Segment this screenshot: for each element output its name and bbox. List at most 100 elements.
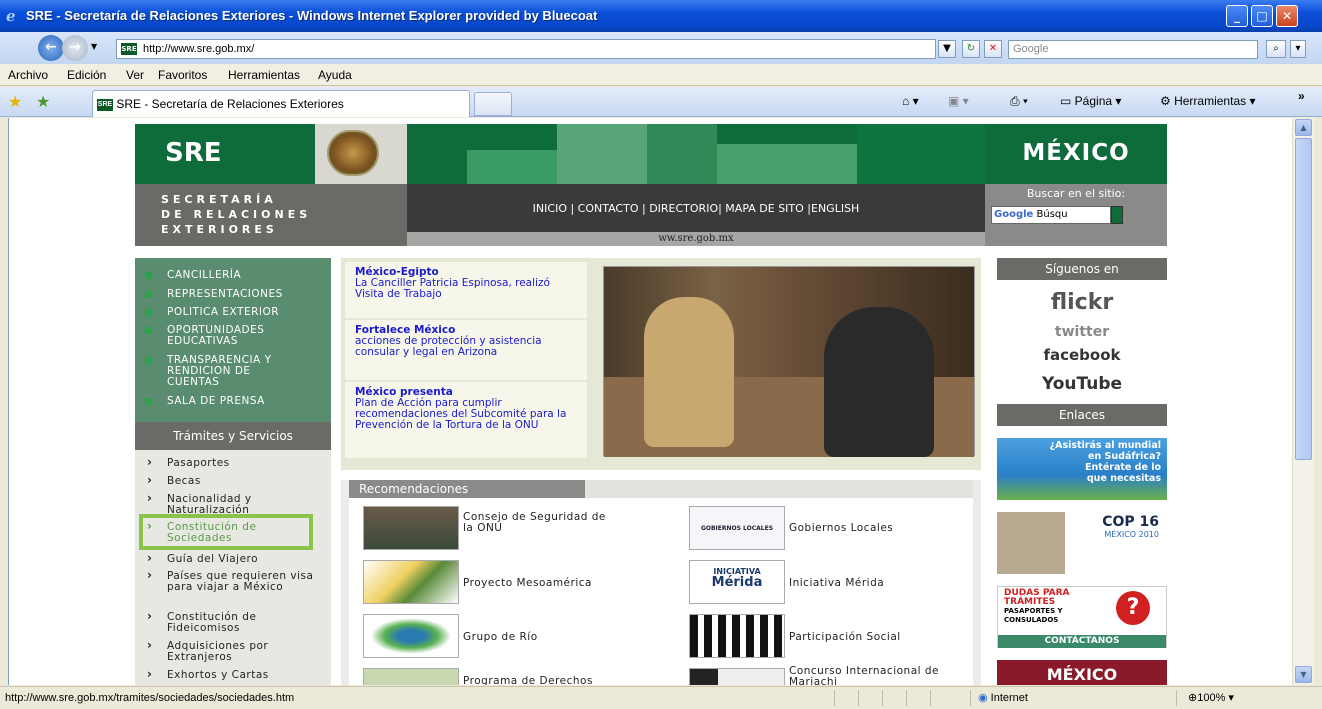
nav-representaciones[interactable]: REPRESENTACIONES bbox=[135, 289, 331, 300]
news-item[interactable]: Fortalece México acciones de protección y… bbox=[345, 320, 587, 380]
tab-row: ★ ★ SRE SRE - Secretaría de Relaciones E… bbox=[0, 87, 1322, 117]
scroll-down-icon[interactable]: ▼ bbox=[1295, 666, 1312, 683]
reco-mariachi-image[interactable] bbox=[689, 668, 785, 685]
address-row: ← → ▼ SRE http://www.sre.gob.mx/ ▼ ↻ ✕ G… bbox=[0, 32, 1322, 64]
reco-header: Recomendaciones bbox=[349, 480, 585, 498]
add-favorite-icon[interactable]: ★ bbox=[36, 92, 50, 111]
scroll-up-icon[interactable]: ▲ bbox=[1295, 119, 1312, 136]
nav-transparencia[interactable]: TRANSPARENCIA Y RENDICION DE CUENTAS bbox=[135, 355, 305, 388]
feeds-icon[interactable]: ▣ ▾ bbox=[948, 94, 969, 108]
banner-mundial[interactable]: ¿Asistirás al mundial en Sudáfrica? Enté… bbox=[997, 438, 1167, 500]
menu-herramientas[interactable]: Herramientas bbox=[228, 68, 300, 82]
scroll-thumb[interactable] bbox=[1295, 138, 1312, 460]
new-tab-button[interactable] bbox=[474, 92, 512, 116]
reco-onu-image[interactable] bbox=[363, 506, 459, 550]
site-search-value: Búsqu bbox=[1036, 209, 1068, 220]
banner-mundial-line: que necesitas bbox=[1086, 473, 1161, 484]
menu-ayuda[interactable]: Ayuda bbox=[318, 68, 352, 82]
reco-mesoamerica-image[interactable] bbox=[363, 560, 459, 604]
reco-derechos-image[interactable] bbox=[363, 668, 459, 685]
tools-menu[interactable]: ⚙ Herramientas ▾ bbox=[1160, 94, 1255, 108]
forward-button[interactable]: → bbox=[62, 35, 88, 61]
banner-cop16[interactable]: COP 16 MÉXICO 2010 bbox=[997, 512, 1167, 574]
flickr-link[interactable]: flickr bbox=[997, 290, 1167, 315]
news-photo[interactable] bbox=[603, 266, 975, 457]
search-input[interactable]: Google bbox=[1008, 40, 1258, 59]
globe-icon: ◉ bbox=[978, 692, 991, 704]
secretaria-line: SECRETARÍA bbox=[161, 193, 277, 206]
reco-mariachi-label[interactable]: Concurso Internacional de Mariachi bbox=[789, 666, 959, 686]
nav-politica-exterior[interactable]: POLITICA EXTERIOR bbox=[135, 307, 331, 318]
reco-participacion-label[interactable]: Participación Social bbox=[789, 632, 901, 643]
menu-edicion[interactable]: Edición bbox=[67, 68, 106, 82]
facebook-link[interactable]: facebook bbox=[997, 346, 1167, 364]
reco-participacion-image[interactable] bbox=[689, 614, 785, 658]
status-divider bbox=[906, 690, 907, 706]
vertical-scrollbar[interactable]: ▲ ▼ bbox=[1292, 118, 1314, 685]
nav-cancilleria[interactable]: CANCILLERÍA bbox=[135, 270, 331, 281]
tramite-guia-viajero[interactable]: Guía del Viajero bbox=[135, 553, 331, 565]
menu-favoritos[interactable]: Favoritos bbox=[158, 68, 207, 82]
nav-sala-prensa[interactable]: SALA DE PRENSA bbox=[135, 396, 331, 407]
news-item[interactable]: México presenta Plan de Acción para cumpl… bbox=[345, 382, 587, 458]
youtube-link[interactable]: YouTube bbox=[997, 374, 1167, 394]
reco-merida-label[interactable]: Iniciativa Mérida bbox=[789, 578, 884, 589]
photo-person bbox=[644, 297, 734, 447]
reco-grupo-rio-label[interactable]: Grupo de Río bbox=[463, 632, 538, 643]
menu-archivo[interactable]: Archivo bbox=[8, 68, 48, 82]
stop-button[interactable]: ✕ bbox=[984, 40, 1002, 58]
print-icon[interactable]: ⎙ ▾ bbox=[1010, 94, 1028, 109]
chevron-more-icon[interactable]: » bbox=[1298, 89, 1305, 103]
nav-oportunidades[interactable]: OPORTUNIDADES EDUCATIVAS bbox=[135, 325, 305, 347]
reco-derechos-label[interactable]: Programa de Derechos bbox=[463, 676, 663, 686]
reco-gobiernos-image[interactable]: GOBIERNOS LOCALES bbox=[689, 506, 785, 550]
tramite-nacionalidad[interactable]: Nacionalidad y Naturalización bbox=[135, 493, 325, 516]
gear-icon: ⚙ bbox=[1160, 94, 1175, 108]
sre-logo[interactable]: SRE bbox=[135, 124, 315, 184]
tab-sre[interactable]: SRE SRE - Secretaría de Relaciones Exter… bbox=[92, 90, 470, 117]
question-icon: ? bbox=[1116, 591, 1150, 625]
site-search-input[interactable]: Google Búsqu bbox=[991, 206, 1111, 224]
maximize-button[interactable]: □ bbox=[1251, 5, 1273, 27]
mexico-title: MÉXICO bbox=[985, 124, 1167, 184]
reco-gobiernos-label[interactable]: Gobiernos Locales bbox=[789, 523, 893, 534]
menu-bar: Archivo Edición Ver Favoritos Herramient… bbox=[0, 64, 1322, 86]
minimize-button[interactable]: _ bbox=[1226, 5, 1248, 27]
reco-merida-image[interactable]: INICIATIVA Mérida bbox=[689, 560, 785, 604]
address-dropdown-button[interactable]: ▼ bbox=[938, 40, 956, 58]
search-options-button[interactable]: ▾ bbox=[1290, 40, 1306, 58]
reco-onu-label[interactable]: Consejo de Seguridad de la ONU bbox=[463, 512, 613, 534]
top-nav[interactable]: INICIO | CONTACTO | DIRECTORIO| MAPA DE … bbox=[407, 184, 985, 232]
reco-mesoamerica-label[interactable]: Proyecto Mesoamérica bbox=[463, 578, 592, 589]
tramite-pasaportes[interactable]: Pasaportes bbox=[135, 457, 331, 469]
zoom-control[interactable]: ⊕100% ▾ bbox=[1188, 691, 1234, 704]
reco-grupo-rio-image[interactable] bbox=[363, 614, 459, 658]
window-title: SRE - Secretaría de Relaciones Exteriore… bbox=[26, 8, 598, 23]
history-dropdown-icon[interactable]: ▼ bbox=[91, 42, 97, 51]
contactanos-link[interactable]: CONTÁCTANOS bbox=[998, 635, 1166, 648]
secretaria-line: DE RELACIONES bbox=[161, 208, 312, 221]
twitter-link[interactable]: twitter bbox=[997, 324, 1167, 340]
site-search-button[interactable] bbox=[1111, 206, 1123, 224]
banner-dudas[interactable]: DUDAS PARA TRÁMITES PASAPORTES Y CONSULA… bbox=[997, 586, 1167, 648]
refresh-button[interactable]: ↻ bbox=[962, 40, 980, 58]
tramite-adquisiciones[interactable]: Adquisiciones por Extranjeros bbox=[135, 640, 315, 663]
internet-zone[interactable]: ◉ Internet bbox=[978, 691, 1028, 704]
header-banner bbox=[407, 124, 985, 184]
menu-ver[interactable]: Ver bbox=[126, 68, 144, 82]
tramite-fideicomisos[interactable]: Constitución de Fideicomisos bbox=[135, 611, 305, 634]
news-panel: México-Egipto La Canciller Patricia Espin… bbox=[341, 258, 981, 470]
page-menu[interactable]: ▭ Página ▾ bbox=[1060, 94, 1121, 108]
tramite-paises-visa[interactable]: Países que requieren visa para viajar a … bbox=[135, 570, 325, 593]
banner-mexico[interactable]: MÉXICO bbox=[997, 660, 1167, 685]
close-button[interactable]: ✕ bbox=[1276, 5, 1298, 27]
status-divider bbox=[834, 690, 835, 706]
home-icon[interactable]: ⌂ ▾ bbox=[902, 94, 919, 108]
tramite-exhortos[interactable]: Exhortos y Cartas bbox=[135, 669, 331, 681]
favorites-star-icon[interactable]: ★ bbox=[8, 92, 22, 111]
address-bar[interactable]: SRE http://www.sre.gob.mx/ bbox=[116, 39, 936, 59]
search-button[interactable]: ⌕ bbox=[1266, 40, 1286, 58]
tramite-becas[interactable]: Becas bbox=[135, 475, 331, 487]
back-button[interactable]: ← bbox=[38, 35, 64, 61]
news-item[interactable]: México-Egipto La Canciller Patricia Espin… bbox=[345, 262, 587, 318]
